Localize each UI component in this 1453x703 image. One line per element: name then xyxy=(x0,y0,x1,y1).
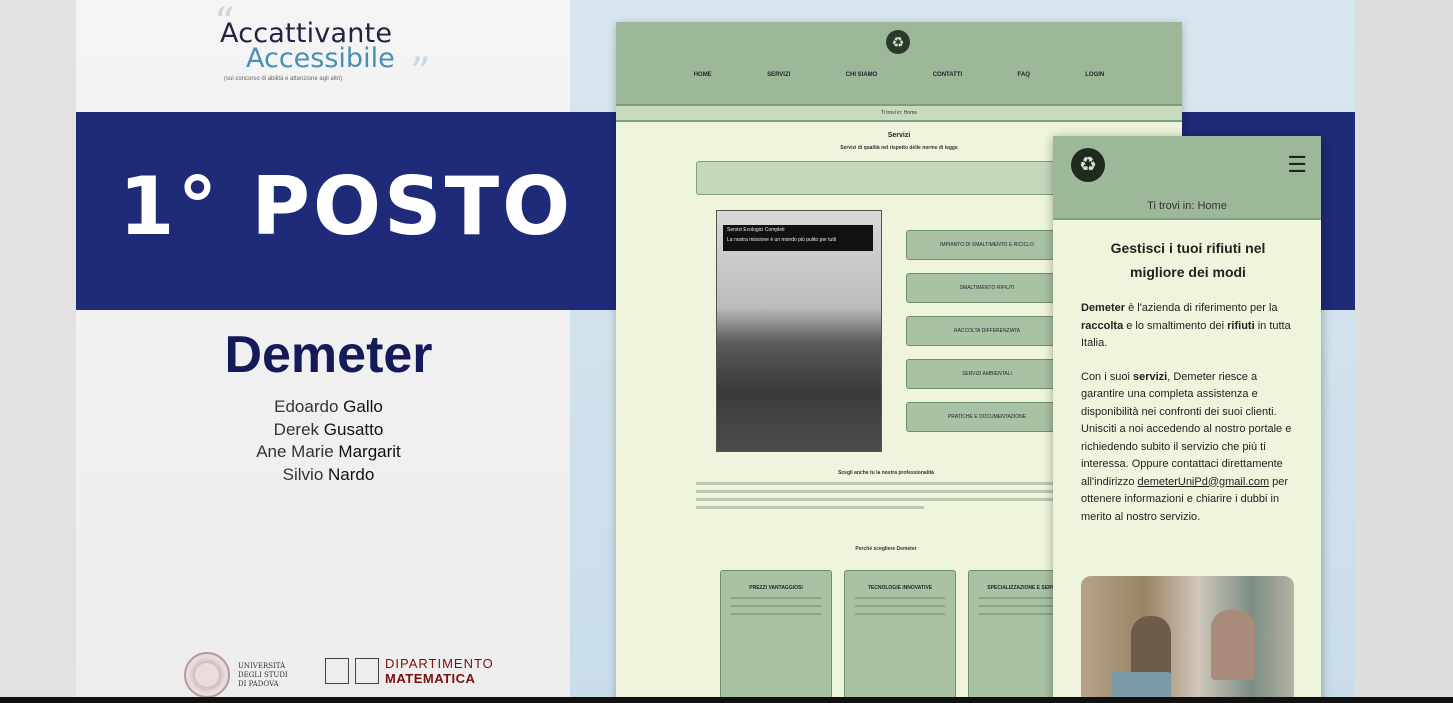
nav-login[interactable]: LOGIN xyxy=(1085,72,1104,78)
section-text xyxy=(696,482,1076,514)
services-paragraph: Con i suoi servizi, Demeter riesce a gar… xyxy=(1081,370,1292,523)
desktop-nav: HOME SERVIZI CHI SIAMO CONTATTI FAQ LOGI… xyxy=(616,72,1182,78)
breadcrumb: Ti trovi in: Home xyxy=(1147,200,1227,212)
nav-chi-siamo[interactable]: CHI SIAMO xyxy=(846,72,878,78)
email-link[interactable]: demeterUniPd@gmail.com xyxy=(1138,476,1270,488)
desktop-header: ♻ HOME SERVIZI CHI SIAMO CONTATTI FAQ LO… xyxy=(616,22,1182,106)
mail-icon xyxy=(355,658,379,684)
intro-paragraph: Demeter è l'azienda di riferimento per l… xyxy=(1081,302,1291,349)
service-button[interactable]: SMALTIMENTO RIFIUTI xyxy=(906,273,1068,303)
members-list: Edoardo Gallo Derek Gusatto Ane Marie Ma… xyxy=(76,396,581,486)
member-item: Silvio Nardo xyxy=(282,464,375,484)
nav-contatti[interactable]: CONTATTI xyxy=(933,72,962,78)
mobile-title: Gestisci i tuoi rifiuti nel migliore dei… xyxy=(1110,240,1266,280)
service-button[interactable]: RACCOLTA DIFFERENZIATA xyxy=(906,316,1068,346)
department-icon xyxy=(325,658,349,684)
service-button[interactable]: IMPIANTO DI SMALTIMENTO E RICICLO xyxy=(906,230,1068,260)
nav-faq[interactable]: FAQ xyxy=(1018,72,1030,78)
mobile-mockup: ♻ ☰ Ti trovi in: Home Gestisci i tuoi ri… xyxy=(1053,136,1321,703)
rank-title: 1° POSTO xyxy=(118,160,574,253)
bottom-bar xyxy=(0,697,1453,703)
quote-close-icon: ” xyxy=(410,50,431,96)
recycle-logo-icon[interactable]: ♻ xyxy=(886,30,910,54)
feature-card: TECNOLOGIE INNOVATIVE xyxy=(844,570,956,703)
photo-caption: Servizi Ecologici Completi La nostra mis… xyxy=(723,225,873,251)
mountain-photo: Servizi Ecologici Completi La nostra mis… xyxy=(716,210,882,452)
department-label: DIPARTIMENTO xyxy=(385,656,494,671)
mobile-content: Gestisci i tuoi rifiuti nel migliore dei… xyxy=(1053,220,1321,526)
right-edge xyxy=(1355,0,1453,703)
university-logo: UNIVERSITÀ DEGLI STUDI DI PADOVA xyxy=(184,652,288,698)
logo-tagline: (sul concorso di abilità e attenzione ag… xyxy=(224,76,343,82)
service-button[interactable]: SERVIZI AMBIENTALI xyxy=(906,359,1068,389)
university-seal-icon xyxy=(184,652,230,698)
nav-servizi[interactable]: SERVIZI xyxy=(767,72,790,78)
notice-box xyxy=(696,161,1078,195)
recycle-logo-icon[interactable]: ♻ xyxy=(1071,148,1105,182)
member-item: Derek Gusatto xyxy=(273,419,384,439)
mobile-header: ♻ ☰ Ti trovi in: Home xyxy=(1053,136,1321,220)
department-name: MATEMATICA xyxy=(385,671,476,686)
service-button[interactable]: PRATICHE E DOCUMENTAZIONE xyxy=(906,402,1068,432)
team-name: Demeter xyxy=(224,326,433,384)
department-logo: DIPARTIMENTO MATEMATICA xyxy=(325,656,494,686)
member-item: Ane Marie Margarit xyxy=(256,442,401,461)
feature-card: PREZZI VANTAGGIOSI xyxy=(720,570,832,703)
quote-open-icon: “ xyxy=(214,0,235,46)
member-item: Edoardo Gallo xyxy=(274,397,383,416)
section-heading: Perché scegliere Demeter xyxy=(855,546,917,552)
event-logo: “ Accattivante Accessibile ” (sul concor… xyxy=(214,0,440,96)
section-heading: Scegli anche tu la nostra professionalit… xyxy=(838,470,934,476)
breadcrumb: Ti trovi in: Home xyxy=(616,106,1182,122)
hamburger-menu-icon[interactable]: ☰ xyxy=(1287,154,1307,176)
nav-home[interactable]: HOME xyxy=(694,72,712,78)
recycling-photo xyxy=(1081,576,1294,703)
